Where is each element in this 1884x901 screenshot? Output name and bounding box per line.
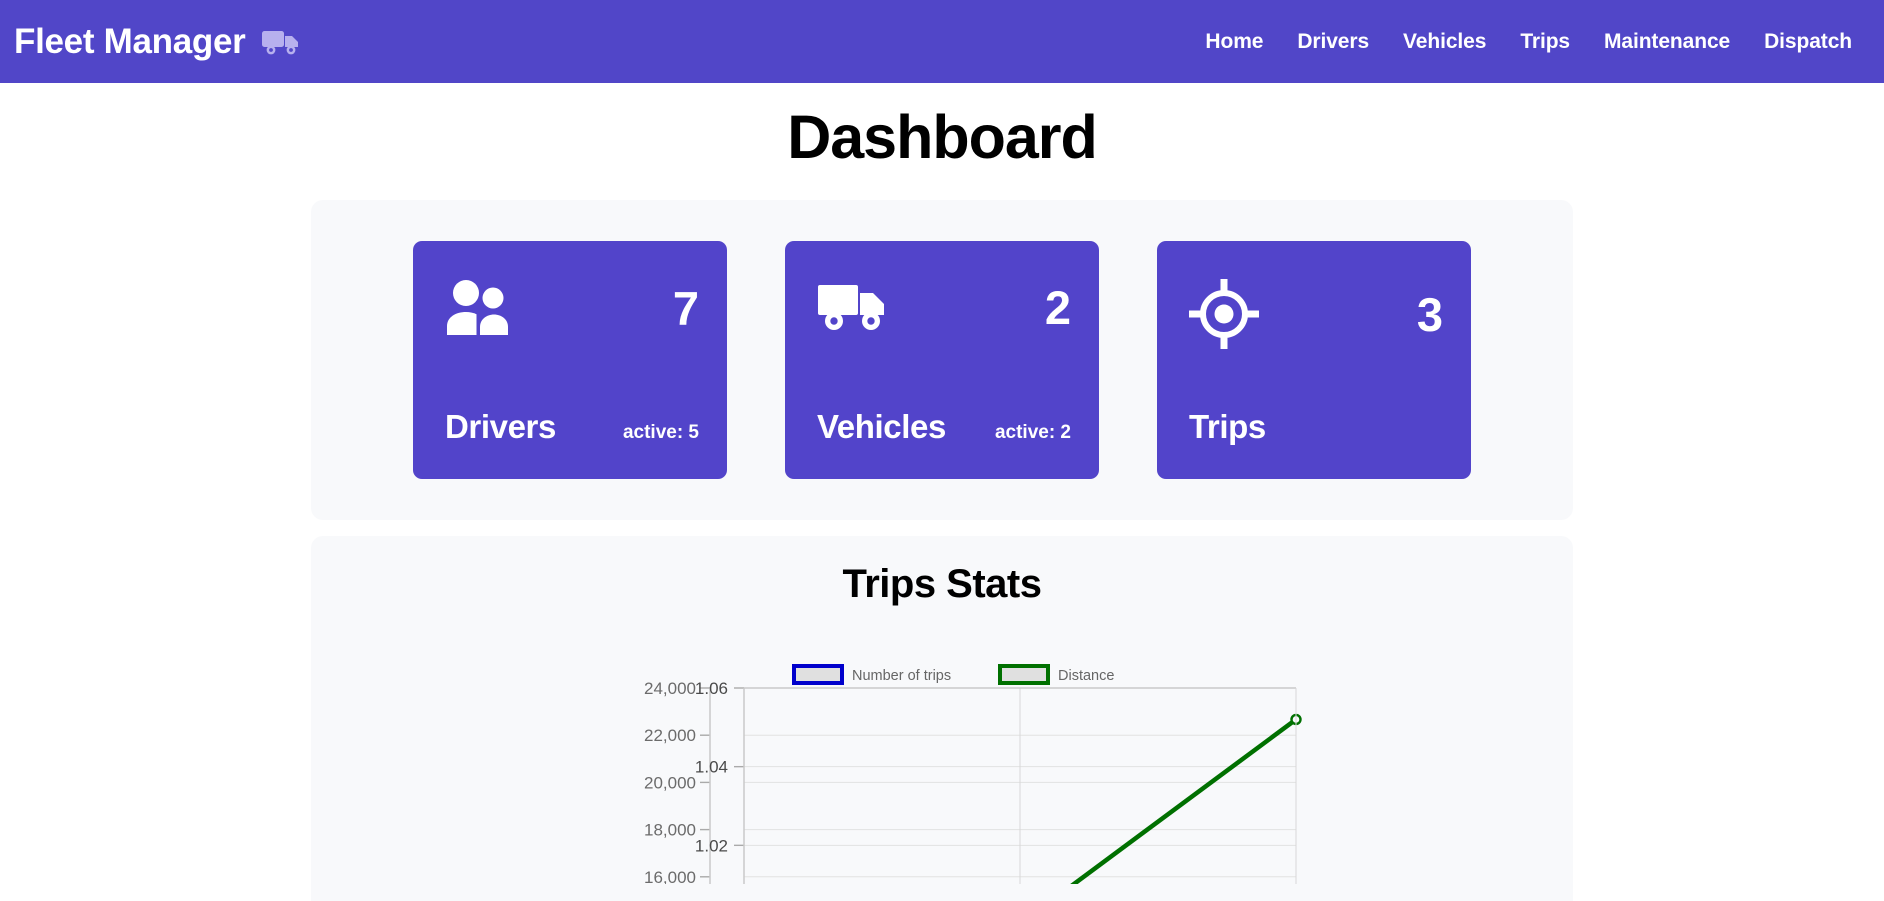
truck-icon xyxy=(817,279,893,335)
stat-value: 2 xyxy=(1044,280,1071,334)
nav-item-trips[interactable]: Trips xyxy=(1520,30,1570,54)
y-axis-left-label-4: 16,000 xyxy=(644,868,696,884)
chart-container[interactable]: Number of trips Distance 24,000 22,000 20,00… xyxy=(311,664,1573,884)
stat-card-top-row: 7 xyxy=(445,279,699,337)
legend-label-0: Number of trips xyxy=(852,668,951,684)
stat-card-trips[interactable]: 3 Trips xyxy=(1157,241,1471,479)
stat-card-bottom-row: Drivers active: 5 xyxy=(445,410,699,449)
stat-card-vehicles[interactable]: 2 Vehicles active: 2 xyxy=(785,241,1099,479)
stat-label: Trips xyxy=(1189,408,1266,445)
trips-stats-panel: Trips Stats Number of trips Distance 24,00… xyxy=(311,536,1573,901)
nav-item-vehicles[interactable]: Vehicles xyxy=(1403,30,1486,54)
stat-active-badge: active: 5 xyxy=(622,422,699,443)
chart-section-title: Trips Stats xyxy=(842,562,1042,606)
nav-item-dispatch[interactable]: Dispatch xyxy=(1764,30,1852,54)
nav-item-home[interactable]: Home xyxy=(1205,30,1263,54)
legend-swatch-1 xyxy=(998,664,1050,685)
y-axis-left-label-2: 20,000 xyxy=(644,773,696,792)
nav-item-drivers[interactable]: Drivers xyxy=(1297,30,1369,54)
stats-panel: 7 Drivers active: 5 2 Vehicles active: 2… xyxy=(311,200,1573,520)
brand-title: Fleet Manager xyxy=(14,22,246,61)
stat-active-badge: active: 2 xyxy=(994,422,1071,443)
stat-card-top-row: 2 xyxy=(817,279,1071,335)
stat-label: Vehicles xyxy=(817,408,946,445)
nav-links: Home Drivers Vehicles Trips Maintenance … xyxy=(1205,30,1862,54)
legend-label-1: Distance xyxy=(1058,668,1114,684)
y-axis-secondary-label-1: 1.04 xyxy=(695,758,728,777)
people-icon xyxy=(445,279,515,337)
stat-card-bottom-row: Vehicles active: 2 xyxy=(817,410,1071,449)
trips-stats-chart[interactable]: Number of trips Distance 24,000 22,000 20,00… xyxy=(572,664,1312,884)
y-axis-left-label-1: 22,000 xyxy=(644,726,696,745)
stat-value: 7 xyxy=(672,281,699,335)
page-title: Dashboard xyxy=(787,103,1098,171)
brand[interactable]: Fleet Manager xyxy=(14,24,303,59)
legend-swatch-0 xyxy=(792,664,844,685)
stat-value: 3 xyxy=(1416,287,1443,341)
stat-card-top-row: 3 xyxy=(1189,279,1443,349)
truck-icon xyxy=(261,27,303,57)
nav-item-maintenance[interactable]: Maintenance xyxy=(1604,30,1730,54)
y-axis-left-label-0: 24,000 xyxy=(644,679,696,698)
stat-card-bottom-row: Trips xyxy=(1189,410,1443,449)
target-icon xyxy=(1189,279,1259,349)
stat-label: Drivers xyxy=(445,408,556,445)
top-navbar: Fleet Manager Home Drivers Vehicles Trip… xyxy=(0,0,1884,83)
stat-card-drivers[interactable]: 7 Drivers active: 5 xyxy=(413,241,727,479)
y-axis-left-label-3: 18,000 xyxy=(644,821,696,840)
y-axis-secondary-label-2: 1.02 xyxy=(695,836,728,855)
y-axis-secondary-label-0: 1.06 xyxy=(695,679,728,698)
